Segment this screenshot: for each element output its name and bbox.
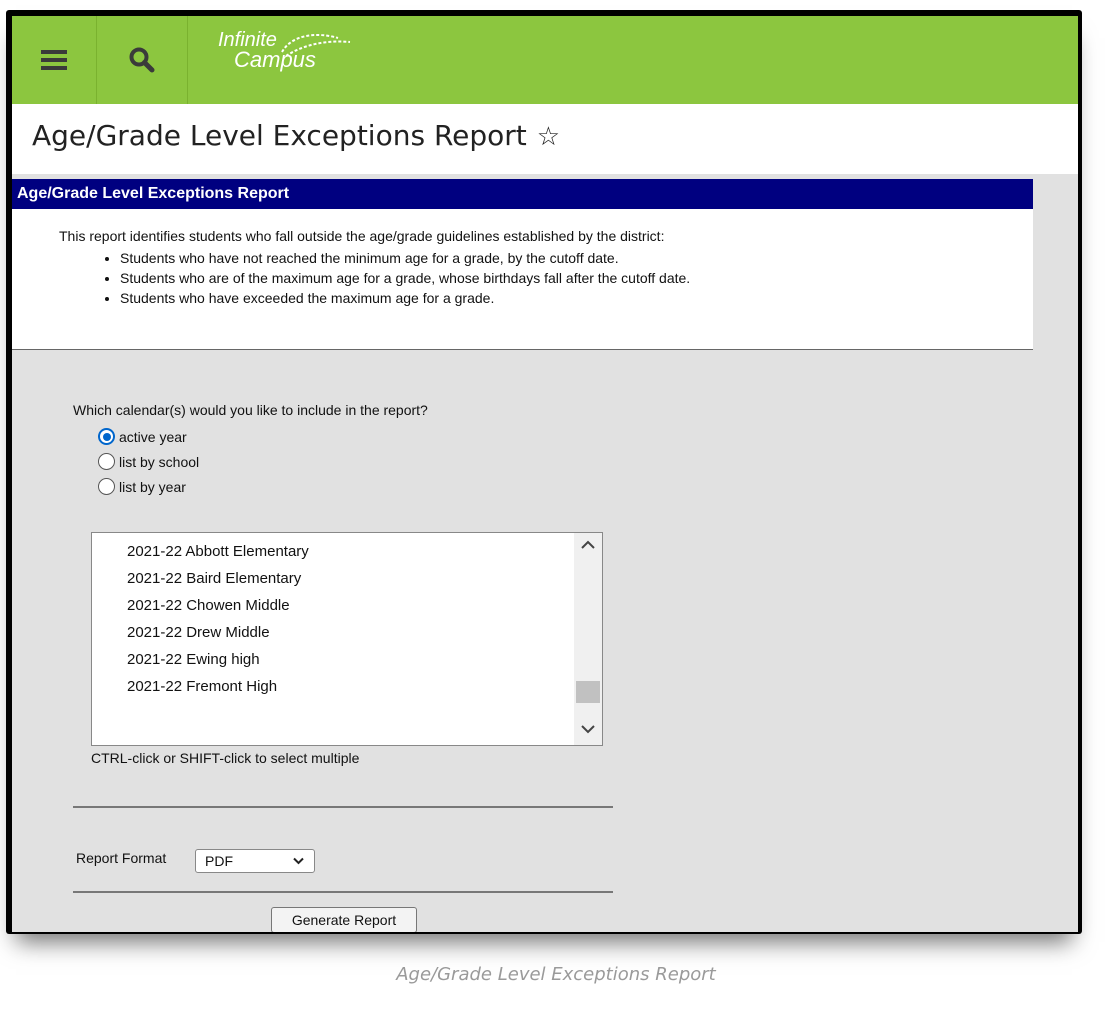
- infinite-campus-logo[interactable]: Infinite Campus: [218, 30, 351, 71]
- star-icon[interactable]: ☆: [537, 122, 560, 152]
- calendar-option[interactable]: 2021-22 Abbott Elementary: [127, 543, 309, 560]
- chevron-down-icon: [293, 850, 304, 872]
- criteria-list: Students who have not reached the minimu…: [100, 247, 690, 307]
- report-format-value: PDF: [205, 853, 233, 869]
- divider: [73, 891, 613, 893]
- radio-list-by-school[interactable]: list by school: [98, 453, 199, 470]
- scroll-up-icon[interactable]: [574, 537, 602, 561]
- report-description: This report identifies students who fall…: [12, 209, 1033, 350]
- calendar-option[interactable]: 2021-22 Ewing high: [127, 651, 260, 668]
- search-button[interactable]: [97, 16, 188, 104]
- report-header: Age/Grade Level Exceptions Report: [12, 179, 1033, 209]
- report-format-label: Report Format: [76, 850, 167, 866]
- listbox-scrollbar[interactable]: [574, 533, 602, 745]
- calendar-listbox[interactable]: 2021-22 Abbott Elementary 2021-22 Baird …: [91, 532, 603, 746]
- menu-button[interactable]: [12, 16, 97, 104]
- radio-label: list by school: [119, 453, 200, 470]
- calendar-option[interactable]: 2021-22 Drew Middle: [127, 624, 270, 641]
- criteria-item: Students who are of the maximum age for …: [120, 269, 690, 287]
- calendar-option[interactable]: 2021-22 Chowen Middle: [127, 597, 290, 614]
- criteria-item: Students who have exceeded the maximum a…: [120, 289, 690, 307]
- search-icon: [129, 47, 155, 73]
- page-title-text: Age/Grade Level Exceptions Report: [32, 119, 527, 152]
- criteria-item: Students who have not reached the minimu…: [120, 249, 690, 267]
- report-format-select[interactable]: PDF: [195, 849, 315, 873]
- generate-report-button[interactable]: Generate Report: [271, 907, 417, 932]
- image-caption: Age/Grade Level Exceptions Report: [396, 964, 716, 985]
- radio-list-by-year[interactable]: list by year: [98, 478, 186, 495]
- app-window: Infinite Campus Age/Grade Level Exceptio…: [12, 16, 1078, 932]
- report-intro: This report identifies students who fall…: [59, 228, 665, 244]
- scroll-down-icon[interactable]: [574, 721, 602, 745]
- radio-label: list by year: [119, 478, 186, 495]
- calendar-option[interactable]: 2021-22 Fremont High: [127, 678, 277, 695]
- top-nav-bar: Infinite Campus: [12, 16, 1078, 104]
- calendar-question: Which calendar(s) would you like to incl…: [73, 402, 428, 418]
- page-title: Age/Grade Level Exceptions Report ☆: [32, 119, 560, 152]
- radio-active-year[interactable]: active year: [98, 428, 187, 445]
- logo-swoosh-icon: [281, 33, 351, 57]
- divider: [73, 806, 613, 808]
- report-form: Which calendar(s) would you like to incl…: [12, 350, 1078, 932]
- multi-select-hint: CTRL-click or SHIFT-click to select mult…: [91, 750, 360, 766]
- radio-button[interactable]: [98, 453, 115, 470]
- menu-icon: [41, 50, 67, 70]
- page-title-bar: Age/Grade Level Exceptions Report ☆: [12, 104, 1078, 174]
- scroll-thumb[interactable]: [576, 681, 600, 703]
- radio-button-checked[interactable]: [98, 428, 115, 445]
- radio-button[interactable]: [98, 478, 115, 495]
- calendar-option[interactable]: 2021-22 Baird Elementary: [127, 570, 301, 587]
- radio-label: active year: [119, 428, 187, 445]
